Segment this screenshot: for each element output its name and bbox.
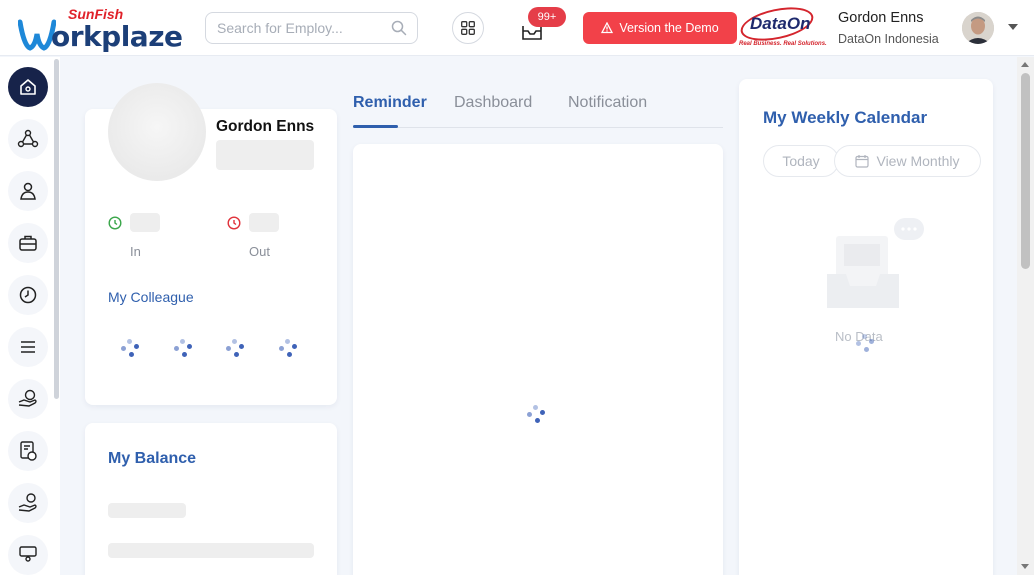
today-button[interactable]: Today	[763, 145, 839, 177]
logo-workplaze-text: orkplaze	[51, 20, 183, 53]
tab-notification[interactable]: Notification	[568, 94, 647, 112]
apps-button[interactable]	[452, 12, 484, 44]
user-menu-caret-icon[interactable]	[1008, 24, 1018, 30]
tab-dashboard[interactable]: Dashboard	[454, 94, 532, 112]
search-input[interactable]	[217, 20, 387, 36]
user-company: DataOn Indonesia	[838, 32, 939, 46]
balance-skeleton	[108, 503, 186, 518]
sidebar-scrollbar[interactable]	[54, 59, 59, 399]
sidebar-item-training[interactable]	[8, 535, 48, 575]
loading-spinner	[174, 339, 196, 361]
demo-button-label: Version the Demo	[619, 21, 719, 35]
document-money-icon	[20, 441, 37, 461]
search-icon[interactable]	[391, 20, 407, 36]
dataon-tagline: Real Business. Real Solutions.	[739, 41, 827, 47]
scrollbar-thumb[interactable]	[1021, 73, 1030, 269]
workplaze-logo[interactable]: SunFish orkplaze	[18, 6, 183, 53]
dataon-logo-text: DataOn	[750, 14, 811, 33]
grid-icon	[461, 21, 475, 35]
colleague-title: My Colleague	[108, 289, 194, 305]
loading-spinner	[121, 339, 143, 361]
empty-inbox-icon	[827, 218, 924, 308]
sidebar-item-menu[interactable]	[8, 327, 48, 367]
clock-out-icon	[227, 216, 241, 230]
sidebar-item-organization[interactable]	[8, 119, 48, 159]
loading-spinner	[226, 339, 248, 361]
page-scrollbar[interactable]	[1017, 57, 1034, 575]
demo-button[interactable]: Version the Demo	[583, 12, 737, 44]
clock-in-icon	[108, 216, 122, 230]
balance-title: My Balance	[108, 450, 197, 467]
clock-out-label: Out	[249, 244, 270, 259]
today-button-label: Today	[782, 153, 820, 169]
menu-icon	[21, 341, 35, 353]
center-tabs: Reminder Dashboard Notification	[353, 93, 723, 128]
sidebar-item-home[interactable]	[8, 67, 48, 107]
home-icon	[20, 79, 36, 95]
user-photo-icon	[962, 12, 994, 44]
reminder-panel	[353, 144, 723, 575]
sidebar-item-time[interactable]	[8, 275, 48, 315]
scroll-up-icon[interactable]	[1021, 62, 1029, 67]
profile-photo-placeholder	[108, 83, 206, 181]
briefcase-icon	[19, 235, 37, 251]
training-icon	[19, 546, 37, 562]
top-header: SunFish orkplaze 99+ Version the Demo	[0, 0, 1034, 56]
view-monthly-label: View Monthly	[876, 153, 960, 169]
clock-in-skeleton	[130, 213, 160, 232]
clock-icon	[19, 286, 37, 304]
clock-out-skeleton	[249, 213, 279, 232]
org-chart-icon	[17, 129, 39, 148]
sidebar-item-jobs[interactable]	[8, 223, 48, 263]
balance-skeleton	[108, 543, 314, 558]
tab-reminder[interactable]: Reminder	[353, 94, 427, 112]
sidebar-item-benefits[interactable]	[8, 379, 48, 419]
scroll-down-icon[interactable]	[1021, 564, 1029, 569]
clock-in-label: In	[130, 244, 141, 259]
loading-spinner	[856, 334, 878, 356]
sidebar-item-claims[interactable]	[8, 431, 48, 471]
sidebar-item-payroll[interactable]	[8, 483, 48, 523]
profile-name: Gordon Enns	[216, 118, 315, 135]
sidebar-item-profile[interactable]	[8, 171, 48, 211]
warning-icon	[601, 22, 614, 34]
calendar-icon	[855, 155, 870, 168]
calendar-title: My Weekly Calendar	[763, 108, 928, 127]
loading-spinner	[279, 339, 301, 361]
view-monthly-button[interactable]: View Monthly	[834, 145, 981, 177]
loading-spinner	[527, 405, 549, 427]
hand-money-icon	[18, 389, 37, 407]
user-name[interactable]: Gordon Enns	[838, 10, 923, 26]
profile-skeleton	[216, 140, 314, 170]
notification-badge: 99+	[528, 7, 566, 27]
profile-icon	[20, 182, 36, 200]
search-box[interactable]	[205, 12, 418, 44]
dataon-logo: DataOn Real Business. Real Solutions.	[737, 1, 827, 50]
active-tab-indicator	[353, 125, 398, 128]
payment-icon	[18, 493, 37, 512]
avatar[interactable]	[962, 12, 994, 44]
